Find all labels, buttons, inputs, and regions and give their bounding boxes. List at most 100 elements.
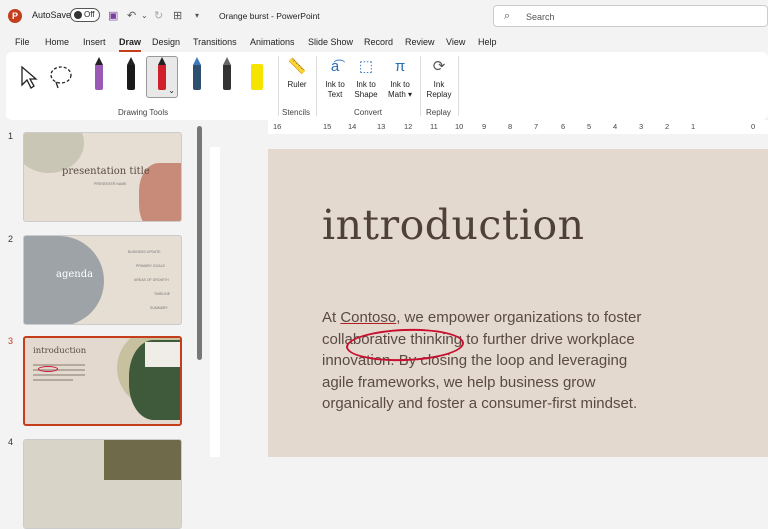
pen-galaxy[interactable] [184, 56, 210, 98]
ink-to-math-label-1: Ink to [390, 80, 410, 89]
toggle-knob [74, 11, 82, 19]
lasso-tool[interactable] [48, 56, 74, 98]
undo-dropdown-icon[interactable]: ⌄ [141, 11, 148, 20]
ribbon: ⌄ Drawing Tools 📏 Ruler Stencils a͡ Ink … [6, 52, 768, 120]
tab-animations[interactable]: Animations [250, 37, 295, 47]
window-title: Orange burst - PowerPoint [219, 11, 320, 21]
search-box[interactable]: ⌕ Search [493, 5, 768, 27]
pen-gray[interactable] [214, 56, 240, 98]
save-icon[interactable]: ▣ [108, 9, 118, 22]
ink-to-shape-button[interactable]: ⬚ Ink to Shape [352, 56, 380, 100]
ruler-tick: 12 [404, 122, 413, 131]
thumbnail-number: 4 [8, 437, 14, 447]
tab-transitions[interactable]: Transitions [193, 37, 237, 47]
ruler-tick: 0 [751, 122, 756, 131]
slide-title[interactable]: introduction [322, 201, 585, 249]
lasso-icon [50, 66, 72, 89]
ruler-tick: 2 [665, 122, 670, 131]
text-line [33, 379, 73, 381]
pen-gray-icon [223, 57, 231, 90]
ruler-tick: 10 [455, 122, 464, 131]
ink-to-shape-label-2: Shape [354, 90, 378, 99]
decor-shape [104, 440, 181, 480]
redo-icon[interactable]: ↻ [154, 9, 163, 22]
present-icon[interactable]: ⊞ [173, 9, 182, 22]
slide-canvas[interactable]: introduction At Contoso, we empower orga… [268, 149, 768, 457]
select-tool[interactable] [16, 56, 42, 98]
pen-black[interactable] [118, 56, 144, 98]
ruler-tick: 5 [587, 122, 592, 131]
ruler-tick: 3 [639, 122, 644, 131]
highlighter-yellow[interactable] [244, 56, 270, 98]
slide-thumbnail-2[interactable]: agenda BUSINESS UPDATE PRIMARY GOALS ARE… [23, 235, 182, 325]
ruler-button[interactable]: 📏 Ruler [284, 56, 310, 90]
plant-image [145, 342, 180, 367]
tab-insert[interactable]: Insert [83, 37, 106, 47]
autosave-toggle[interactable]: Off [70, 8, 100, 22]
ink-to-text-button[interactable]: a͡ Ink to Text [322, 56, 348, 100]
tab-file[interactable]: File [15, 37, 30, 47]
pen-purple[interactable] [86, 56, 112, 98]
ink-replay-label-1: Ink [433, 80, 445, 89]
tab-design[interactable]: Design [152, 37, 180, 47]
ink-replay-button[interactable]: ⟳ Ink Replay [424, 56, 454, 100]
thumbnails-scrollbar[interactable] [197, 126, 202, 360]
ruler-tick: 14 [348, 122, 357, 131]
ruler-tick: 6 [561, 122, 566, 131]
ink-annotation [38, 366, 58, 372]
pen-black-icon [127, 57, 135, 90]
ruler-tick: 4 [613, 122, 618, 131]
slide-thumbnail-3[interactable]: introduction [23, 336, 182, 426]
autosave-state: Off [84, 10, 95, 19]
ruler-tick: 9 [482, 122, 487, 131]
ruler-tick: 13 [377, 122, 386, 131]
thumbnail-number: 2 [8, 234, 14, 244]
tab-draw[interactable]: Draw [119, 37, 142, 52]
decor-shape [24, 236, 104, 324]
ruler-tick: 11 [430, 122, 438, 131]
undo-icon[interactable]: ↶ [127, 9, 136, 22]
tab-home[interactable]: Home [45, 37, 69, 47]
tab-record[interactable]: Record [364, 37, 393, 47]
search-icon: ⌕ [504, 10, 511, 22]
tab-slide-show[interactable]: Slide Show [308, 37, 353, 47]
ink-to-text-label-2: Text [327, 90, 343, 99]
slide-thumbnail-4[interactable] [23, 439, 182, 529]
ruler-label: Ruler [287, 80, 307, 89]
slide-body-text[interactable]: At Contoso, we empower organizations to … [322, 307, 662, 415]
ruler-tick: 1 [691, 122, 696, 131]
ink-to-shape-label-1: Ink to [356, 80, 376, 89]
ink-to-shape-icon: ⬚ [358, 58, 374, 75]
text-line [33, 374, 85, 376]
ink-to-math-label-2: Math ▾ [387, 90, 413, 99]
tab-view[interactable]: View [446, 37, 465, 47]
tab-review[interactable]: Review [405, 37, 435, 47]
thumbnail-title: agenda [56, 269, 94, 280]
thumbnail-subtitle: PRESENTER NAME [94, 182, 127, 186]
divider [458, 56, 459, 116]
thumbnail-number: 1 [8, 131, 14, 141]
tab-help[interactable]: Help [478, 37, 497, 47]
ruler-tick: 7 [534, 122, 539, 131]
pen-red[interactable]: ⌄ [146, 56, 178, 98]
divider [316, 56, 317, 116]
agenda-item: AREAS OF GROWTH [134, 278, 169, 282]
agenda-item: TIMELINE [154, 292, 171, 296]
highlighter-icon [251, 64, 263, 90]
ink-to-math-button[interactable]: π Ink to Math ▾ [384, 56, 416, 100]
customize-toolbar-icon[interactable]: ▾ [195, 11, 199, 20]
thumbnail-number: 3 [8, 336, 14, 346]
ink-replay-label-2: Replay [426, 90, 452, 99]
document-name: Orange burst [219, 11, 269, 21]
ink-to-text-label-1: Ink to [325, 80, 345, 89]
ruler-tick: 16 [273, 122, 282, 131]
group-stencils: Stencils [282, 108, 311, 117]
group-convert: Convert [354, 108, 383, 117]
ink-to-math-icon: π [394, 58, 406, 75]
agenda-item: SUMMARY [150, 306, 168, 310]
title-bar: P AutoSave Off ▣ ↶ ⌄ ↻ ⊞ ▾ Orange burst … [0, 0, 768, 32]
pen-red-icon [158, 57, 166, 90]
pen-purple-icon [95, 57, 103, 90]
horizontal-ruler: 16 15 14 13 12 11 10 9 8 7 6 5 4 3 2 1 0 [268, 120, 768, 134]
slide-thumbnail-1[interactable]: presentation title PRESENTER NAME [23, 132, 182, 222]
